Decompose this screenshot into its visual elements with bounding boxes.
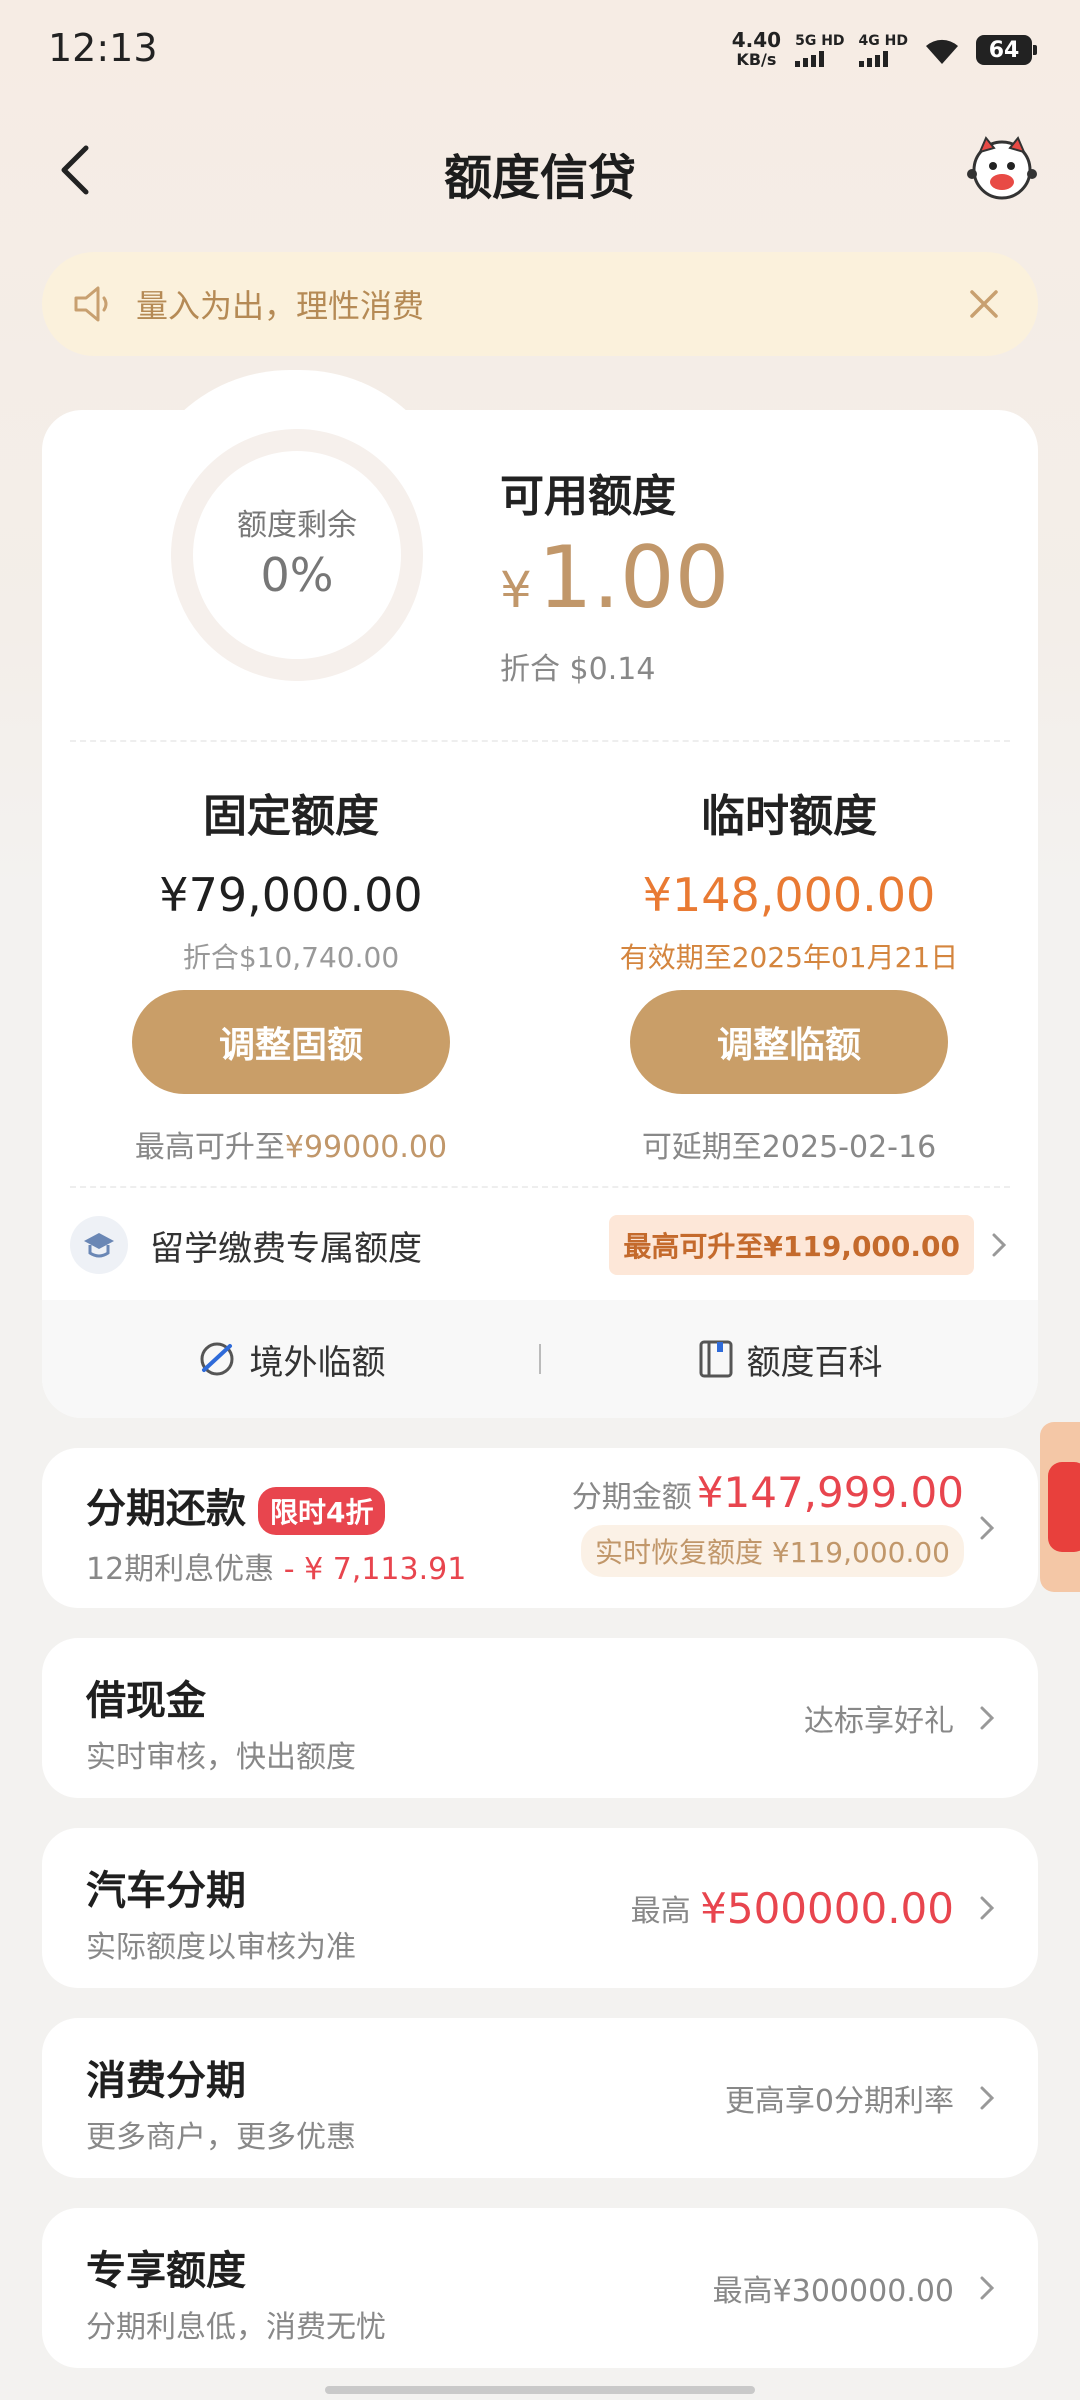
graduation-cap-icon: [70, 1216, 128, 1274]
borrow-cash-sub: 实时审核，快出额度: [86, 1740, 356, 1775]
overseas-temp-quota-link[interactable]: 境外临额: [42, 1335, 539, 1384]
installment-interest-saving: 12期利息优惠 - ¥ 7,113.91: [86, 1552, 467, 1587]
available-quota-label: 可用额度: [500, 471, 676, 522]
installment-amount: ¥147,999.00: [696, 1468, 964, 1517]
consumer-installment-row[interactable]: 消费分期 更多商户，更多优惠 更高享0分期利率: [42, 2018, 1038, 2178]
exclusive-quota-title: 专享额度: [86, 2248, 246, 2294]
fixed-quota-title: 固定额度: [203, 791, 379, 842]
installment-amount-block: 分期金额 ¥147,999.00 实时恢复额度 ¥119,000.00: [572, 1468, 964, 1577]
fixed-quota-amount: ¥79,000.00: [159, 868, 423, 922]
chevron-right-icon: [980, 1516, 995, 1540]
notice-text: 量入为出，理性消费: [136, 287, 425, 325]
study-abroad-quota-row[interactable]: 留学缴费专属额度 最高可升至¥119,000.00: [42, 1200, 1038, 1290]
status-icons: 4.40 KB/s 5G HD 4G HD 64: [731, 28, 1037, 70]
realtime-restore-badge: 实时恢复额度 ¥119,000.00: [580, 1525, 964, 1577]
sim2-signal-icon: 4G HD: [858, 34, 908, 67]
nav-bar: 额度信贷: [0, 120, 1080, 220]
home-indicator[interactable]: [325, 2386, 755, 2394]
chevron-right-icon: [980, 2086, 995, 2110]
study-abroad-badge: 最高可升至¥119,000.00: [609, 1215, 974, 1275]
status-time: 12:13: [48, 26, 158, 70]
exclusive-quota-row[interactable]: 专享额度 分期利息低，消费无忧 最高¥300000.00: [42, 2208, 1038, 2368]
temp-quota-title: 临时额度: [701, 791, 877, 842]
globe-plane-icon: [200, 1342, 233, 1376]
installment-title: 分期还款 限时4折: [86, 1476, 386, 1535]
temp-quota-section: 临时额度 ¥148,000.00 有效期至2025年01月21日 调整临额 可延…: [540, 780, 1038, 1166]
consumer-installment-title: 消费分期: [86, 2058, 246, 2104]
exclusive-quota-sub: 分期利息低，消费无忧: [86, 2310, 386, 2345]
fixed-quota-max: 最高可升至¥99000.00: [134, 1130, 448, 1165]
mascot-assistant-icon[interactable]: [966, 132, 1038, 204]
car-installment-sub: 实际额度以审核为准: [86, 1930, 356, 1965]
borrow-cash-row[interactable]: 借现金 实时审核，快出额度 达标享好礼: [42, 1638, 1038, 1798]
chevron-right-icon: [992, 1233, 1007, 1257]
car-installment-right: 最高 ¥500000.00: [630, 1883, 954, 1933]
wifi-icon: [926, 39, 958, 64]
network-speed: 4.40 KB/s: [731, 28, 782, 69]
quota-remaining-value: 0%: [260, 548, 334, 602]
available-quota-equiv: 折合 $0.14: [500, 652, 656, 687]
quota-remaining-label: 额度剩余: [237, 508, 357, 543]
chevron-right-icon: [980, 2276, 995, 2300]
car-installment-title: 汽车分期: [86, 1868, 246, 1914]
divider: [70, 740, 1010, 742]
divider: [70, 1186, 1010, 1188]
temp-quota-amount: ¥148,000.00: [642, 868, 936, 922]
fixed-quota-equiv: 折合$10,740.00: [182, 941, 400, 974]
notice-banner: 量入为出，理性消费: [42, 252, 1038, 356]
chevron-right-icon: [980, 1896, 995, 1920]
status-bar: 12:13 4.40 KB/s 5G HD 4G HD 64: [0, 0, 1080, 100]
page-title: 额度信贷: [443, 150, 636, 206]
floating-promo-widget[interactable]: [1040, 1422, 1080, 1592]
battery-icon: 64: [976, 35, 1037, 65]
book-icon: [699, 1340, 732, 1378]
car-installment-row[interactable]: 汽车分期 实际额度以审核为准 最高 ¥500000.00: [42, 1828, 1038, 1988]
card-footer: 境外临额 额度百科: [42, 1300, 1038, 1418]
installment-repay-row[interactable]: 分期还款 限时4折 12期利息优惠 - ¥ 7,113.91 分期金额 ¥147,…: [42, 1448, 1038, 1608]
credit-summary-card: 额度剩余 0% 可用额度 ¥1.00 折合 $0.14 固定额度 ¥79,000…: [42, 410, 1038, 1418]
adjust-temp-button[interactable]: 调整临额: [630, 990, 948, 1094]
borrow-cash-right: 达标享好礼: [804, 1704, 954, 1739]
close-icon[interactable]: [960, 280, 1008, 328]
temp-quota-expiry: 有效期至2025年01月21日: [619, 941, 959, 974]
limited-discount-tag: 限时4折: [258, 1487, 386, 1535]
fixed-quota-section: 固定额度 ¥79,000.00 折合$10,740.00 调整固额 最高可升至¥…: [42, 780, 540, 1166]
borrow-cash-title: 借现金: [86, 1678, 206, 1724]
consumer-installment-right: 更高享0分期利率: [724, 2084, 954, 2119]
quota-encyclopedia-link[interactable]: 额度百科: [541, 1335, 1038, 1384]
adjust-fixed-button[interactable]: 调整固额: [132, 990, 450, 1094]
study-abroad-label: 留学缴费专属额度: [150, 1228, 422, 1269]
speaker-icon: [74, 286, 108, 322]
available-quota-amount: ¥1.00: [500, 528, 730, 628]
exclusive-quota-right: 最高¥300000.00: [712, 2274, 954, 2309]
chevron-right-icon: [980, 1706, 995, 1730]
temp-quota-extend: 可延期至2025-02-16: [641, 1130, 937, 1165]
sim1-signal-icon: 5G HD: [795, 34, 845, 67]
consumer-installment-sub: 更多商户，更多优惠: [86, 2120, 356, 2155]
